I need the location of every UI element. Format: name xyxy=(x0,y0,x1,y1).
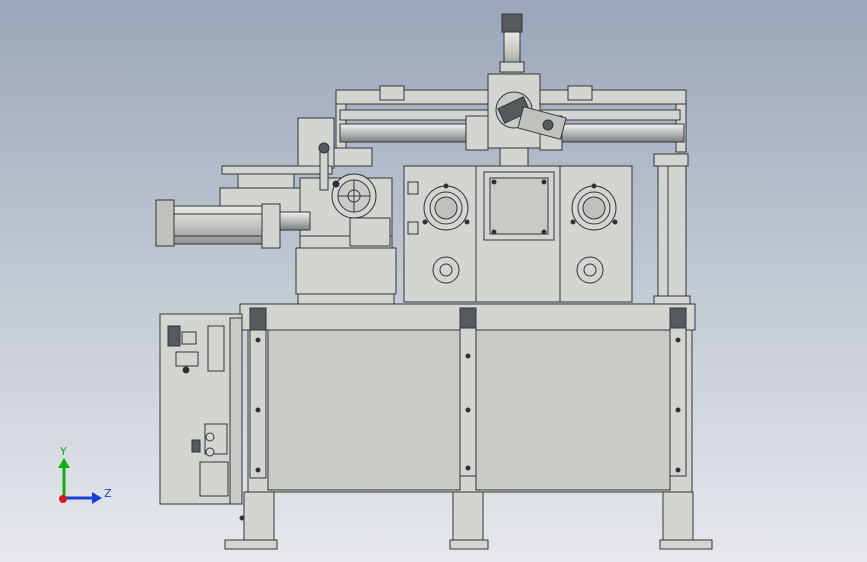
control-cabinet xyxy=(159,313,245,521)
post-middle xyxy=(459,307,477,477)
lower-port-left xyxy=(432,256,460,284)
base-leg-middle xyxy=(449,491,489,550)
top-actuator xyxy=(499,13,525,73)
base-leg-right xyxy=(659,491,713,550)
cad-viewport[interactable]: Y Z xyxy=(0,0,867,562)
z-axis-arrowhead xyxy=(92,492,102,504)
adjuster-screw xyxy=(318,142,330,191)
right-column xyxy=(653,153,691,305)
axis-origin xyxy=(59,495,67,503)
center-carriage xyxy=(487,73,567,167)
handwheel[interactable] xyxy=(331,173,377,219)
machine-drawing: Y Z xyxy=(58,13,713,550)
z-axis-label: Z xyxy=(104,487,112,500)
post-left xyxy=(249,307,267,479)
y-axis-label: Y xyxy=(59,445,67,458)
y-axis-arrowhead xyxy=(58,458,70,468)
post-right xyxy=(669,307,687,477)
lower-port-right xyxy=(576,256,604,284)
axis-triad: Y Z xyxy=(58,445,112,504)
